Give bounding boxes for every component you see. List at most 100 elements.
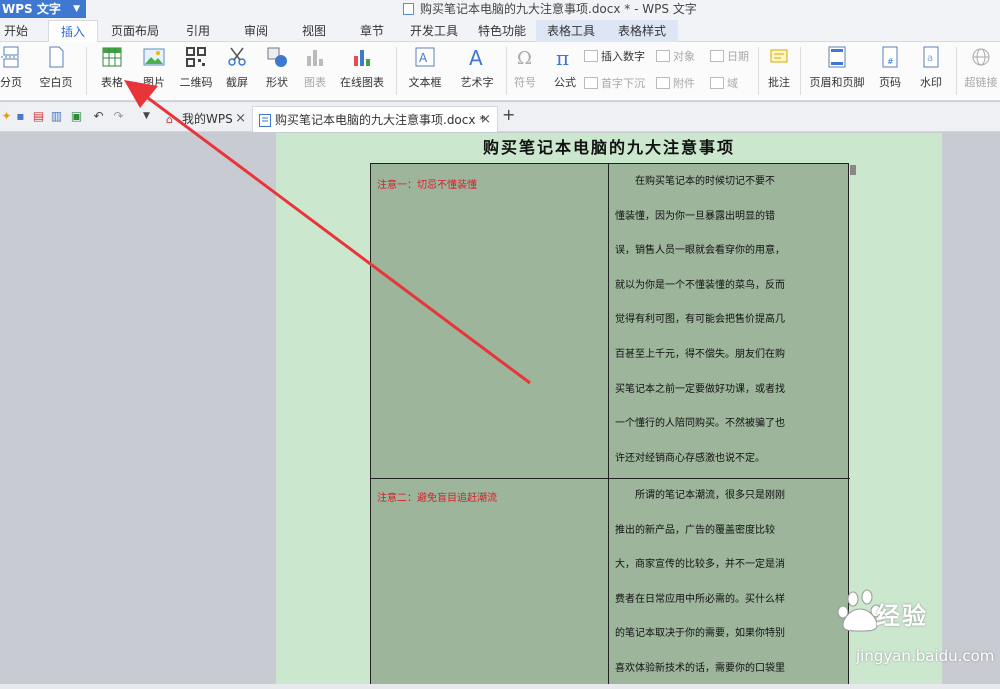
app-menu-button[interactable]: WPS 文字 ▼ — [0, 0, 86, 18]
paperclip-icon — [656, 77, 670, 89]
ribbon-insert-panel: 分页 空白页 表格 图片 二维码 截屏 形状 图表 在线图表 A 文本框 A 艺… — [0, 42, 1000, 101]
wordart-button[interactable]: A 艺术字 — [454, 46, 500, 90]
field-button[interactable]: 域 — [710, 75, 738, 93]
hyperlink-button[interactable]: 超链接 — [962, 46, 1000, 90]
svg-text:a: a — [927, 53, 933, 64]
picture-button[interactable]: 图片 — [136, 46, 172, 90]
blank-page-button[interactable]: 空白页 — [32, 46, 80, 90]
tab-current-document[interactable]: 购买笔记本电脑的九大注意事项.docx * × — [252, 106, 498, 132]
table-cell-note-1-title[interactable]: 注意一：切忌不懂装懂 — [377, 176, 477, 191]
tab-my-wps[interactable]: ⌂ 我的WPS × — [160, 106, 252, 132]
watermark-icon: a — [923, 46, 939, 68]
horizontal-scrollbar[interactable] — [0, 684, 1000, 689]
page-number-button[interactable]: # 页码 — [874, 46, 906, 90]
window-title: 购买笔记本电脑的九大注意事项.docx * - WPS 文字 — [420, 2, 697, 16]
title-bar: WPS 文字 ▼ 购买笔记本电脑的九大注意事项.docx * - WPS 文字 — [0, 0, 1000, 20]
picture-icon — [143, 48, 165, 66]
header-footer-button[interactable]: 页眉和页脚 — [806, 46, 868, 90]
page-break-button[interactable]: 分页 — [0, 46, 26, 90]
export-pdf-icon[interactable]: ▤ — [32, 110, 45, 123]
hyperlink-label: 超链接 — [964, 76, 998, 89]
document-icon — [259, 114, 271, 127]
text-line: 推出的新产品，广告的覆盖密度比较 — [615, 524, 775, 536]
calendar-icon — [710, 50, 724, 62]
symbol-button[interactable]: Ω 符号 — [510, 46, 540, 90]
divider — [86, 47, 87, 95]
table-cell-note-2-body[interactable]: 所谓的笔记本潮流，很多只是刚刚 推出的新产品，广告的覆盖密度比较 大，商家宣传的… — [615, 479, 843, 687]
customize-dropdown-icon[interactable]: ▼ — [140, 110, 153, 123]
bar-chart-icon — [307, 50, 323, 66]
screenshot-button[interactable]: 截屏 — [220, 46, 254, 90]
text-line: 的笔记本取决于你的需要，如果你特别 — [615, 628, 785, 640]
screenshot-label: 截屏 — [226, 76, 248, 89]
date-button[interactable]: 日期 — [710, 48, 749, 66]
formula-button[interactable]: π 公式 — [550, 46, 580, 90]
text-line: 一个懂行的人陪同购买。不然被骗了也 — [615, 418, 785, 430]
tab-special-features[interactable]: 特色功能 — [472, 20, 532, 42]
close-icon[interactable]: × — [480, 107, 491, 133]
textbox-button[interactable]: A 文本框 — [402, 46, 448, 90]
tab-my-wps-label: 我的WPS — [182, 112, 233, 126]
table-button[interactable]: 表格 — [94, 46, 130, 90]
textbox-label: 文本框 — [408, 76, 442, 89]
drop-cap-icon — [584, 77, 598, 89]
undo-icon[interactable]: ↶ — [92, 110, 105, 123]
app-name: WPS 文字 — [2, 2, 61, 16]
print-preview-icon[interactable]: ▣ — [70, 110, 83, 123]
table-cell-note-2-title[interactable]: 注意二：避免盲目追赶潮流 — [377, 489, 497, 504]
attachment-button[interactable]: 附件 — [656, 75, 695, 93]
svg-text:Ω: Ω — [517, 48, 532, 68]
tab-developer[interactable]: 开发工具 — [404, 20, 464, 42]
redo-icon[interactable]: ↷ — [112, 110, 125, 123]
table-label: 表格 — [101, 76, 123, 89]
tab-references[interactable]: 引用 — [178, 20, 218, 42]
table-resize-handle[interactable] — [850, 165, 856, 175]
tab-chapter[interactable]: 章节 — [352, 20, 392, 42]
header-footer-icon — [828, 46, 846, 68]
qrcode-label: 二维码 — [179, 76, 213, 89]
comment-button[interactable]: 批注 — [764, 46, 794, 90]
shapes-label: 形状 — [266, 76, 288, 89]
textbox-icon: A — [415, 47, 435, 67]
blank-page-icon — [49, 46, 64, 68]
online-chart-label: 在线图表 — [340, 76, 384, 89]
new-tab-button[interactable]: + — [502, 107, 515, 123]
document-table[interactable]: 注意一：切忌不懂装懂 在购买笔记本的时候切记不要不 懂装懂，因为你一旦暴露出明显… — [370, 163, 850, 689]
divider — [396, 47, 397, 95]
page-number-icon: # — [882, 46, 898, 68]
shapes-icon — [267, 47, 287, 67]
omega-icon: Ω — [517, 48, 532, 68]
watermark-button[interactable]: a 水印 — [914, 46, 948, 90]
text-line: 百甚至上千元，得不偿失。朋友们在购 — [615, 348, 785, 360]
chart-button[interactable]: 图表 — [300, 46, 330, 90]
table-cell-note-1-body[interactable]: 在购买笔记本的时候切记不要不 懂装懂，因为你一旦暴露出明显的错 误，销售人员一眼… — [615, 165, 843, 476]
print-icon[interactable]: ▥ — [50, 110, 63, 123]
watermark-url: jingyan.baidu.com — [856, 647, 995, 665]
new-icon[interactable]: ✦ — [0, 110, 13, 123]
page-break-label: 分页 — [0, 76, 22, 89]
drop-cap-button[interactable]: 首字下沉 — [584, 75, 645, 93]
insert-number-label: 插入数字 — [601, 50, 645, 63]
ribbon-tabs: 开始 插入 页面布局 引用 审阅 视图 章节 开发工具 特色功能 表格工具 表格… — [0, 20, 1000, 42]
insert-number-button[interactable]: 插入数字 — [584, 48, 645, 66]
tab-review[interactable]: 审阅 — [236, 20, 276, 42]
tab-table-tools[interactable]: 表格工具 — [536, 20, 606, 42]
tab-view[interactable]: 视图 — [294, 20, 334, 42]
document-heading[interactable]: 购买笔记本电脑的九大注意事项 — [276, 134, 942, 158]
attachment-label: 附件 — [673, 77, 695, 90]
tab-page-layout[interactable]: 页面布局 — [106, 20, 164, 42]
object-button[interactable]: 对象 — [656, 48, 695, 66]
watermark-brand: 经验 — [876, 602, 928, 630]
save-icon[interactable]: ▪ — [14, 110, 27, 123]
table-column-border — [608, 164, 609, 689]
qrcode-button[interactable]: 二维码 — [178, 46, 214, 90]
tab-insert[interactable]: 插入 — [48, 20, 98, 42]
tab-home[interactable]: 开始 — [0, 20, 32, 42]
text-line: 费者在日常应用中所必需的。买什么样 — [615, 593, 785, 605]
qrcode-icon — [186, 47, 206, 67]
tab-table-styles[interactable]: 表格样式 — [606, 20, 678, 42]
close-icon[interactable]: × — [235, 106, 246, 132]
shapes-button[interactable]: 形状 — [260, 46, 294, 90]
wps-writer-window: WPS 文字 ▼ 购买笔记本电脑的九大注意事项.docx * - WPS 文字 … — [0, 0, 1000, 689]
online-chart-button[interactable]: 在线图表 — [334, 46, 390, 90]
